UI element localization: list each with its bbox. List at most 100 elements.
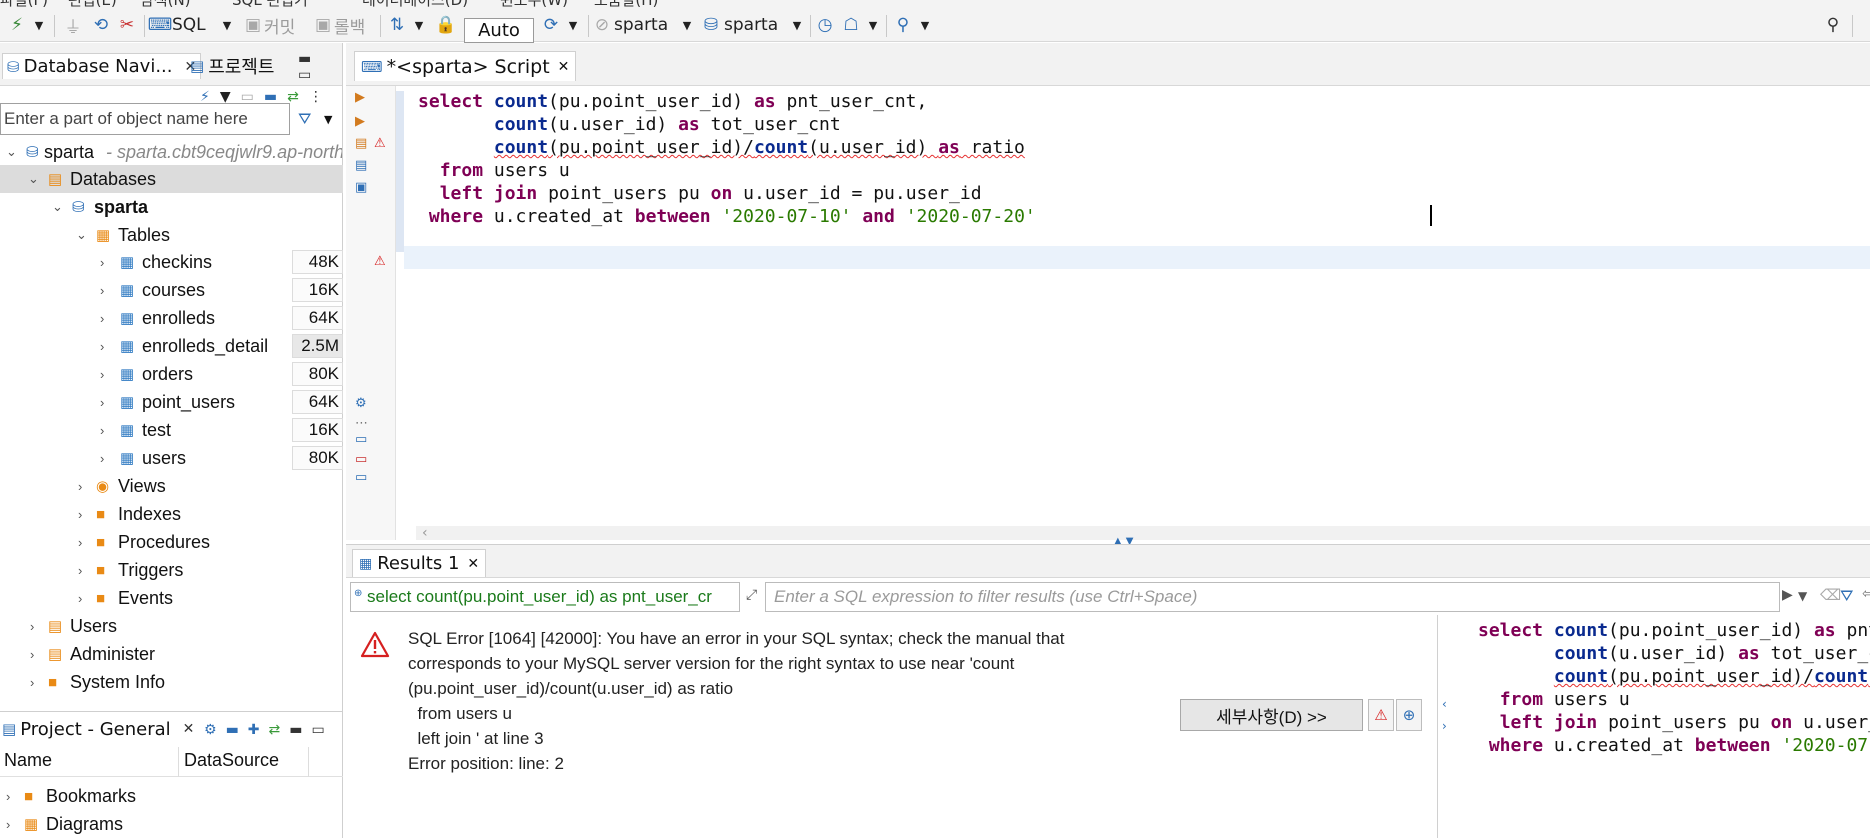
- active-datasource[interactable]: sparta: [614, 13, 668, 37]
- tree-users[interactable]: › ▤ Users: [0, 612, 343, 640]
- transaction-mode-box[interactable]: Auto: [464, 18, 534, 43]
- tree-table-row[interactable]: › ▦ enrolleds 64K: [0, 304, 343, 332]
- explain-plan-icon[interactable]: ▤: [355, 158, 367, 173]
- side-arrows[interactable]: ‹ ›: [1442, 693, 1447, 737]
- tree-views[interactable]: › ◉ Views: [0, 472, 343, 500]
- sql-editor-icon[interactable]: ⌨: [148, 13, 173, 37]
- tree-table-row[interactable]: › ▦ test 16K: [0, 416, 343, 444]
- eraser-icon[interactable]: ⌫: [1820, 586, 1841, 604]
- project-item-bookmarks[interactable]: › ■ Bookmarks: [0, 782, 343, 810]
- close-icon[interactable]: ✕: [183, 721, 195, 737]
- object-filter-input[interactable]: Enter a part of object name here: [0, 103, 290, 135]
- error-log-button[interactable]: ⚠: [1368, 699, 1394, 731]
- new-connection-dropdown-icon[interactable]: ▼: [32, 13, 46, 37]
- open-script-icon[interactable]: ▭: [355, 452, 367, 467]
- expand-chevron-icon[interactable]: ›: [100, 255, 104, 270]
- column-datasource[interactable]: DataSource: [184, 750, 279, 771]
- tree-databases[interactable]: ⌄ ▤ Databases: [0, 165, 343, 193]
- results-filter-input[interactable]: Enter a SQL expression to filter results…: [765, 582, 1780, 612]
- link-editor-icon[interactable]: ⇄: [287, 89, 309, 105]
- column-name[interactable]: Name: [4, 750, 52, 771]
- transaction-dropdown-icon[interactable]: ▼: [412, 13, 426, 37]
- expand-chevron-icon[interactable]: ›: [78, 479, 82, 494]
- expand-chevron-icon[interactable]: ›: [30, 675, 34, 690]
- collapse-chevron-icon[interactable]: ⌄: [76, 227, 87, 243]
- menu-edit[interactable]: 편집(E): [68, 0, 117, 8]
- settings-icon[interactable]: ⚙: [355, 396, 367, 411]
- close-icon[interactable]: ✕: [558, 59, 570, 75]
- expand-chevron-icon[interactable]: ›: [6, 789, 10, 804]
- expand-chevron-icon[interactable]: ›: [78, 591, 82, 606]
- settings-icon[interactable]: ⚙: [204, 722, 226, 738]
- menu-database[interactable]: 데이터베이스(D): [362, 0, 468, 8]
- filter-icon[interactable]: ⛛: [1840, 586, 1853, 606]
- search-icon[interactable]: ⚲: [1822, 13, 1844, 37]
- session-manager-icon[interactable]: ☖: [840, 13, 862, 37]
- expand-chevron-icon[interactable]: ›: [78, 563, 82, 578]
- rollback-button[interactable]: 롤백: [334, 13, 365, 38]
- expand-chevron-icon[interactable]: ›: [78, 507, 82, 522]
- menu-sql-editor[interactable]: SQL 편집기: [232, 0, 308, 8]
- sql-code-area[interactable]: select count(pu.point_user_id) as pnt_us…: [396, 86, 1870, 526]
- sql-dropdown-icon[interactable]: ▼: [220, 13, 234, 37]
- error-marker-icon[interactable]: ⚠: [374, 136, 386, 151]
- datasource-dropdown-icon[interactable]: ▼: [680, 13, 694, 37]
- tree-administer[interactable]: › ▤ Administer: [0, 640, 343, 668]
- collapse-chevron-icon[interactable]: ⌄: [28, 171, 39, 187]
- add-icon[interactable]: ✚: [248, 722, 269, 738]
- tree-schema-sparta[interactable]: ⌄ ⛁ sparta: [0, 193, 343, 221]
- expand-chevron-icon[interactable]: ›: [30, 619, 34, 634]
- menu-window[interactable]: 윈도우(W): [500, 0, 568, 8]
- collapse-chevron-icon[interactable]: ⌄: [6, 144, 17, 160]
- menu-navigate[interactable]: 탐색(N): [140, 0, 191, 8]
- expand-chevron-icon[interactable]: ›: [100, 451, 104, 466]
- expand-chevron-icon[interactable]: ›: [100, 395, 104, 410]
- tab-project-general[interactable]: ▤ Project - General ✕: [2, 716, 194, 742]
- tab-sql-script[interactable]: ⌨ *<sparta> Script ✕: [354, 51, 577, 81]
- tree-table-row[interactable]: › ▦ courses 16K: [0, 276, 343, 304]
- new-connection-icon[interactable]: ⚡: [6, 13, 28, 37]
- load-plan-icon[interactable]: ▣: [355, 180, 367, 195]
- dashboard-icon[interactable]: ◷: [814, 13, 836, 37]
- apply-filter-icon[interactable]: ▶: [1782, 587, 1793, 603]
- expand-chevron-icon[interactable]: ›: [100, 283, 104, 298]
- expand-chevron-icon[interactable]: ›: [100, 423, 104, 438]
- tree-table-row[interactable]: › ▦ checkins 48K: [0, 248, 343, 276]
- tree-table-row[interactable]: › ▦ enrolleds_detail 2.5M: [0, 332, 343, 360]
- execute-script-icon[interactable]: ▤: [355, 136, 367, 151]
- tree-events[interactable]: › ■ Events: [0, 584, 343, 612]
- expand-chevron-icon[interactable]: ›: [100, 339, 104, 354]
- link-icon[interactable]: ⇄: [269, 722, 290, 738]
- filter-history-dropdown-icon[interactable]: ▼: [1798, 589, 1807, 603]
- tree-triggers[interactable]: › ■ Triggers: [0, 556, 343, 584]
- search-toolbar-icon[interactable]: ⚲: [892, 13, 914, 37]
- maximize-icon[interactable]: ▭: [312, 722, 334, 738]
- disconnect-icon[interactable]: ✂: [116, 13, 138, 37]
- connect-icon[interactable]: ⏚: [62, 13, 84, 38]
- sql-editor-button[interactable]: SQL: [172, 13, 206, 37]
- expand-chevron-icon[interactable]: ›: [100, 367, 104, 382]
- close-icon[interactable]: ✕: [467, 556, 479, 572]
- tab-results-1[interactable]: ▦ Results 1 ✕: [352, 549, 487, 577]
- new-script-icon[interactable]: ▭: [355, 432, 367, 447]
- execute-in-new-tab-icon[interactable]: ▶: [355, 114, 365, 129]
- history-icon[interactable]: ⟳: [540, 13, 562, 37]
- query-text-field[interactable]: select count(pu.point_user_id) as pnt_us…: [350, 582, 740, 612]
- tree-system-info[interactable]: › ■ System Info: [0, 668, 343, 696]
- export-icon[interactable]: ▭: [355, 470, 367, 485]
- error-marker-icon[interactable]: ⚠: [374, 254, 386, 269]
- execute-statement-icon[interactable]: ▶: [355, 90, 365, 105]
- more-icon[interactable]: ⋯: [355, 416, 368, 431]
- filter-icon[interactable]: ⛛: [298, 109, 311, 129]
- menu-help[interactable]: 도움말(H): [594, 0, 658, 8]
- invalidate-icon[interactable]: ⟲: [90, 13, 112, 37]
- tab-project[interactable]: ▤ 프로젝트: [190, 53, 274, 79]
- expand-chevron-icon[interactable]: ›: [6, 817, 10, 832]
- schema-dropdown-icon[interactable]: ▼: [790, 13, 804, 37]
- expand-chevron-icon[interactable]: ›: [30, 647, 34, 662]
- menu-file[interactable]: 파일(F): [0, 0, 48, 8]
- tree-table-row[interactable]: › ▦ users 80K: [0, 444, 343, 472]
- tree-table-row[interactable]: › ▦ point_users 64K: [0, 388, 343, 416]
- minimize-icon[interactable]: ▬: [289, 722, 311, 738]
- collapse-icon[interactable]: ▬: [226, 722, 248, 738]
